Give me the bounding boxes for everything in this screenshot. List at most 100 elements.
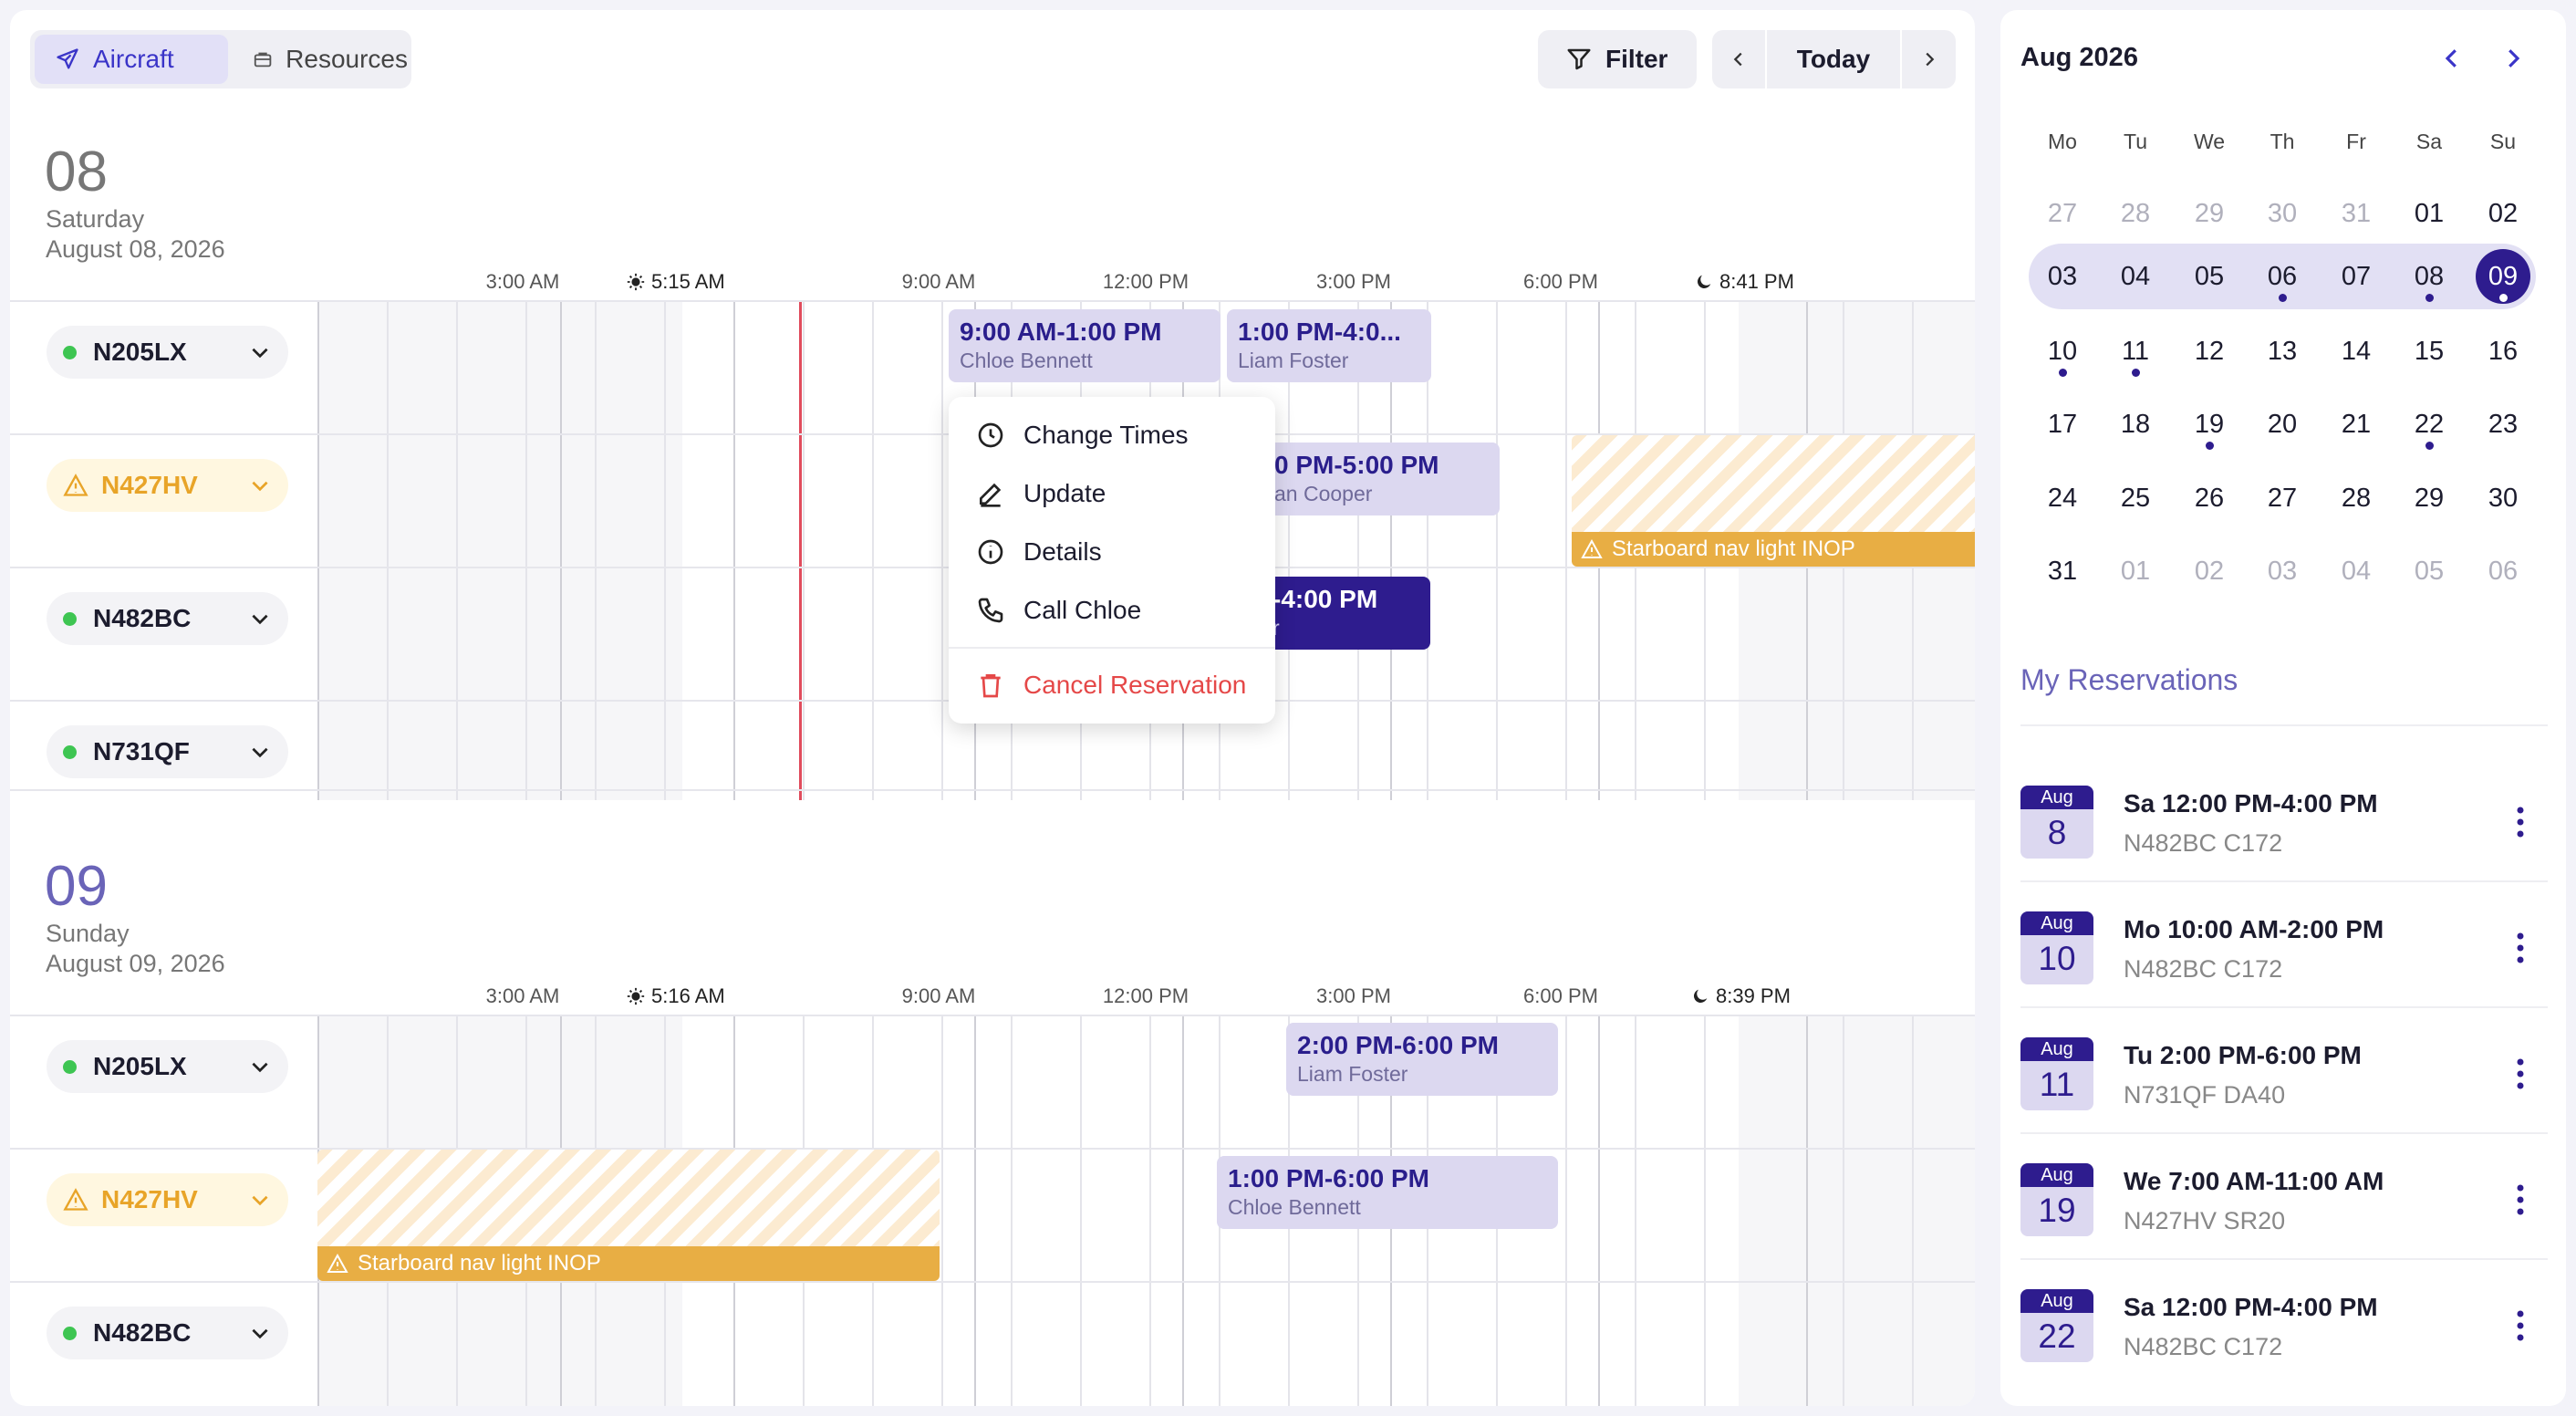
calendar-day[interactable]: 02 bbox=[2476, 186, 2530, 241]
calendar-day[interactable]: 22 bbox=[2402, 397, 2457, 452]
calendar-day[interactable]: 13 bbox=[2255, 324, 2310, 379]
reservation-subtitle: N427HV SR20 bbox=[2124, 1207, 2286, 1234]
reservation-block[interactable]: 9:00 AM-1:00 PM Chloe Bennett bbox=[949, 309, 1220, 382]
more-vertical-icon[interactable] bbox=[2517, 932, 2524, 964]
reservation-title: We 7:00 AM-11:00 AM bbox=[2124, 1167, 2384, 1195]
more-vertical-icon[interactable] bbox=[2517, 1309, 2524, 1342]
view-toggle: Aircraft Resources bbox=[30, 30, 411, 88]
chevron-down-icon bbox=[252, 481, 268, 492]
sunrise-time: 5:15 AM bbox=[651, 270, 725, 293]
calendar-day[interactable]: 09 bbox=[2476, 249, 2530, 304]
calendar-day[interactable]: 11 bbox=[2108, 324, 2163, 379]
aircraft-row-n427hv[interactable]: N427HV bbox=[47, 459, 288, 512]
aircraft-row-n205lx[interactable]: N205LX bbox=[47, 326, 288, 379]
sun-icon bbox=[627, 273, 645, 291]
date-nav: Today bbox=[1712, 30, 1956, 88]
maintenance-block[interactable]: Starboard nav light INOP bbox=[317, 1150, 940, 1281]
tab-label: Aircraft bbox=[93, 45, 174, 73]
more-vertical-icon[interactable] bbox=[2517, 1057, 2524, 1090]
calendar-day[interactable]: 02 bbox=[2182, 544, 2237, 599]
reservation-block[interactable]: 0 PM-5:00 PM an Cooper bbox=[1265, 442, 1500, 515]
calendar-day[interactable]: 05 bbox=[2182, 249, 2237, 304]
chevron-right-icon[interactable] bbox=[2499, 45, 2527, 72]
calendar-day[interactable]: 18 bbox=[2108, 397, 2163, 452]
calendar-day[interactable]: 01 bbox=[2108, 544, 2163, 599]
menu-item-details[interactable]: Details bbox=[976, 530, 1102, 574]
calendar-day[interactable]: 27 bbox=[2035, 186, 2090, 241]
chevron-left-icon[interactable] bbox=[2438, 45, 2466, 72]
menu-item-change-times[interactable]: Change Times bbox=[976, 413, 1189, 457]
warning-icon bbox=[63, 1188, 88, 1211]
calendar-day[interactable]: 31 bbox=[2035, 544, 2090, 599]
calendar-day[interactable]: 27 bbox=[2255, 471, 2310, 526]
time-label: 3:00 AM bbox=[485, 270, 560, 293]
reservation-block[interactable]: -4:00 PM r bbox=[1260, 577, 1430, 650]
calendar-day[interactable]: 12 bbox=[2182, 324, 2237, 379]
aircraft-row-n427hv[interactable]: N427HV bbox=[47, 1173, 288, 1226]
sunrise-time: 5:16 AM bbox=[651, 984, 725, 1007]
calendar-day[interactable]: 31 bbox=[2329, 186, 2384, 241]
today-button[interactable]: Today bbox=[1767, 30, 1900, 88]
calendar-day[interactable]: 21 bbox=[2329, 397, 2384, 452]
badge-day: 11 bbox=[2039, 1066, 2075, 1103]
calendar-day[interactable]: 28 bbox=[2108, 186, 2163, 241]
calendar-day[interactable]: 01 bbox=[2402, 186, 2457, 241]
sunset-label: 8:39 PM bbox=[1690, 984, 1791, 1008]
calendar-day[interactable]: 30 bbox=[2255, 186, 2310, 241]
calendar-day[interactable]: 16 bbox=[2476, 324, 2530, 379]
calendar-day[interactable]: 23 bbox=[2476, 397, 2530, 452]
calendar-day[interactable]: 26 bbox=[2182, 471, 2237, 526]
status-dot bbox=[63, 345, 77, 359]
calendar-day[interactable]: 03 bbox=[2035, 249, 2090, 304]
calendar-day[interactable]: 20 bbox=[2255, 397, 2310, 452]
calendar-day[interactable]: 04 bbox=[2108, 249, 2163, 304]
calendar-day[interactable]: 03 bbox=[2255, 544, 2310, 599]
briefcase-icon bbox=[254, 52, 272, 68]
calendar-day[interactable]: 04 bbox=[2329, 544, 2384, 599]
calendar-day[interactable]: 25 bbox=[2108, 471, 2163, 526]
menu-item-cancel-reservation[interactable]: Cancel Reservation bbox=[976, 663, 1246, 707]
time-label: 9:00 AM bbox=[901, 270, 976, 293]
filter-icon bbox=[1567, 48, 1591, 70]
calendar-day[interactable]: 29 bbox=[2402, 471, 2457, 526]
calendar-day[interactable]: 05 bbox=[2402, 544, 2457, 599]
reservation-block[interactable]: 1:00 PM-6:00 PM Chloe Bennett bbox=[1217, 1156, 1558, 1229]
calendar-day[interactable]: 06 bbox=[2476, 544, 2530, 599]
aircraft-row-n482bc[interactable]: N482BC bbox=[47, 592, 288, 645]
calendar-day[interactable]: 19 bbox=[2182, 397, 2237, 452]
calendar-day[interactable]: 29 bbox=[2182, 186, 2237, 241]
reservation-list-item[interactable]: Aug 22 Sa 12:00 PM-4:00 PM N482BC C172 bbox=[2020, 1282, 2548, 1382]
reservation-list-item[interactable]: Aug 8 Sa 12:00 PM-4:00 PM N482BC C172 bbox=[2020, 778, 2548, 879]
tab-resources[interactable]: Resources bbox=[233, 35, 408, 84]
maintenance-bar: Starboard nav light INOP bbox=[317, 1246, 940, 1281]
filter-button[interactable]: Filter bbox=[1538, 30, 1697, 88]
calendar-day[interactable]: 28 bbox=[2329, 471, 2384, 526]
reservation-list-item[interactable]: Aug 11 Tu 2:00 PM-6:00 PM N731QF DA40 bbox=[2020, 1030, 2548, 1130]
calendar-day[interactable]: 08 bbox=[2402, 249, 2457, 304]
more-vertical-icon[interactable] bbox=[2517, 1183, 2524, 1216]
maintenance-block[interactable]: Starboard nav light INOP bbox=[1572, 435, 1975, 567]
calendar-day[interactable]: 17 bbox=[2035, 397, 2090, 452]
aircraft-row-n731qf[interactable]: N731QF bbox=[47, 725, 288, 778]
calendar-day[interactable]: 15 bbox=[2402, 324, 2457, 379]
reservation-block[interactable]: 1:00 PM-4:0... Liam Foster bbox=[1227, 309, 1431, 382]
menu-item-call[interactable]: Call Chloe bbox=[976, 588, 1141, 632]
reservation-list-item[interactable]: Aug 19 We 7:00 AM-11:00 AM N427HV SR20 bbox=[2020, 1156, 2548, 1256]
reservation-block[interactable]: 2:00 PM-6:00 PM Liam Foster bbox=[1286, 1023, 1558, 1096]
calendar-day[interactable]: 07 bbox=[2329, 249, 2384, 304]
calendar-day[interactable]: 24 bbox=[2035, 471, 2090, 526]
calendar-day[interactable]: 30 bbox=[2476, 471, 2530, 526]
calendar-day[interactable]: 10 bbox=[2035, 324, 2090, 379]
calendar-day[interactable]: 14 bbox=[2329, 324, 2384, 379]
reservation-list-item[interactable]: Aug 10 Mo 10:00 AM-2:00 PM N482BC C172 bbox=[2020, 904, 2548, 1005]
prev-day-button[interactable] bbox=[1712, 30, 1765, 88]
next-day-button[interactable] bbox=[1902, 30, 1956, 88]
calendar-day[interactable]: 06 bbox=[2255, 249, 2310, 304]
aircraft-label: N482BC bbox=[93, 604, 192, 632]
status-dot bbox=[63, 1059, 77, 1074]
more-vertical-icon[interactable] bbox=[2517, 806, 2524, 838]
aircraft-row-n205lx[interactable]: N205LX bbox=[47, 1040, 288, 1093]
menu-item-update[interactable]: Update bbox=[976, 472, 1106, 515]
tab-aircraft[interactable]: Aircraft bbox=[35, 35, 228, 84]
aircraft-row-n482bc[interactable]: N482BC bbox=[47, 1307, 288, 1359]
